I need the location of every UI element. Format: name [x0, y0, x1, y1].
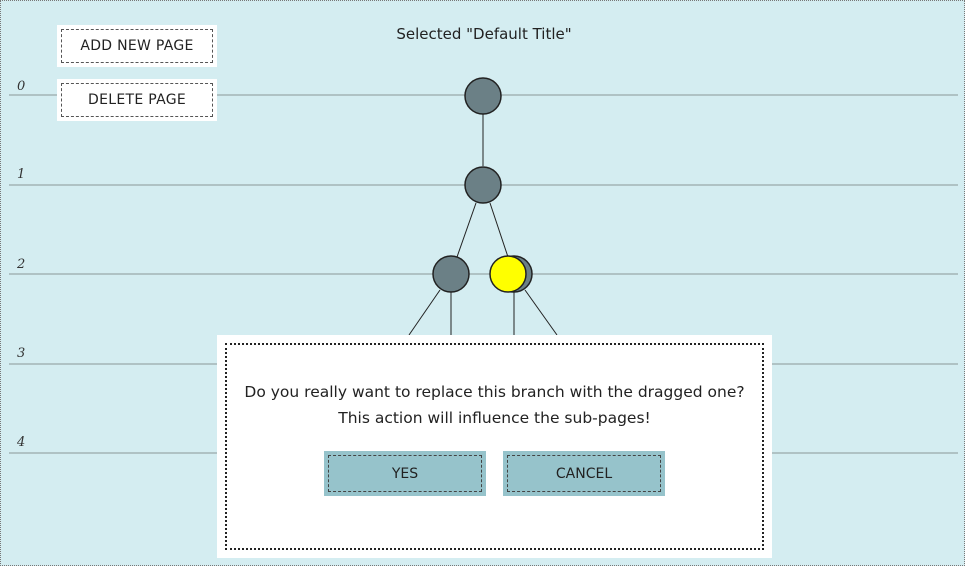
dragged-node[interactable]: [489, 255, 527, 293]
selected-page-status: Selected "Default Title": [396, 25, 572, 43]
dialog-message-line-1: Do you really want to replace this branc…: [244, 383, 745, 401]
edge-level1-to-right: [489, 202, 509, 258]
tree-node-level1[interactable]: [464, 166, 502, 204]
level-label-0: 0: [17, 79, 26, 94]
replace-branch-dialog: Do you really want to replace this branc…: [217, 335, 772, 558]
yes-button[interactable]: YES: [324, 451, 486, 496]
page-tree-editor: 0 1 2 3 4 ADD NEW PAGE DELETE PAGE Selec…: [0, 0, 965, 566]
dialog-message-line-2: This action will influence the sub-pages…: [338, 409, 651, 427]
edge-level1-to-left: [456, 202, 477, 258]
edge-left-to-child-a: [408, 289, 441, 336]
level-label-1: 1: [17, 167, 26, 182]
level-label-4: 4: [17, 435, 26, 450]
dialog-message: Do you really want to replace this branc…: [221, 379, 768, 431]
add-new-page-button[interactable]: ADD NEW PAGE: [57, 25, 217, 67]
tree-node-root[interactable]: [464, 77, 502, 115]
dialog-frame: Do you really want to replace this branc…: [225, 343, 764, 550]
add-new-page-label: ADD NEW PAGE: [61, 29, 213, 63]
level-label-3: 3: [17, 346, 26, 361]
cancel-button-label: CANCEL: [507, 455, 661, 492]
delete-page-button[interactable]: DELETE PAGE: [57, 79, 217, 121]
delete-page-label: DELETE PAGE: [61, 83, 213, 117]
edge-right-to-child-b: [524, 289, 558, 336]
yes-button-label: YES: [328, 455, 482, 492]
cancel-button[interactable]: CANCEL: [503, 451, 665, 496]
tree-node-level2-left[interactable]: [432, 255, 470, 293]
level-label-2: 2: [17, 257, 26, 272]
tree-edges: [408, 114, 558, 336]
